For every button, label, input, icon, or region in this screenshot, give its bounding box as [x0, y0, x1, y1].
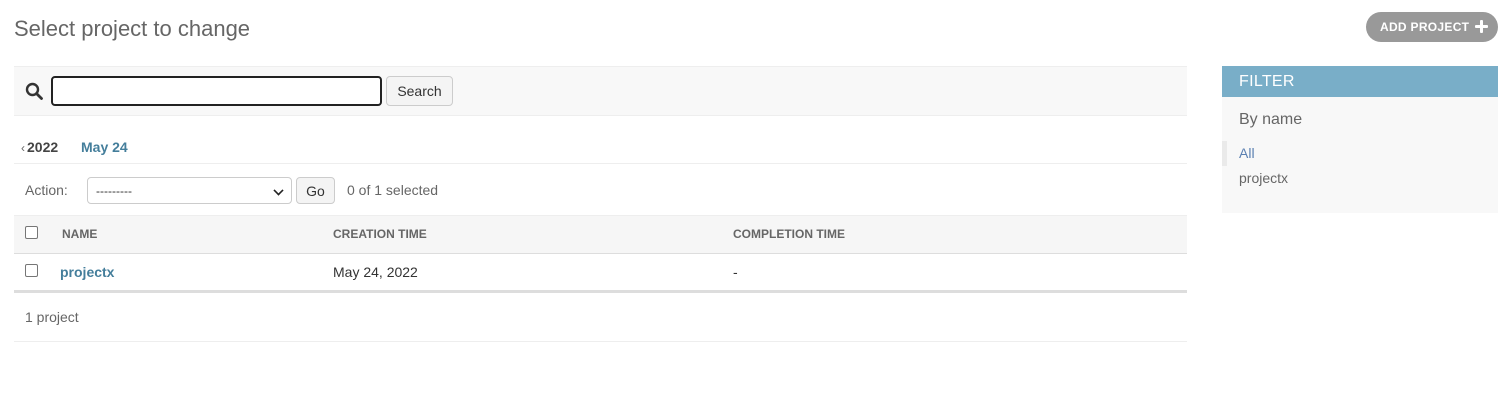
- date-hierarchy: ‹ 2022 May 24: [14, 116, 1187, 164]
- filter-option-projectx[interactable]: projectx: [1222, 166, 1498, 191]
- date-back-link[interactable]: ‹ 2022: [21, 139, 58, 155]
- plus-icon: [1475, 20, 1488, 33]
- action-select[interactable]: ---------: [87, 177, 292, 204]
- column-header-completion-time[interactable]: COMPLETION TIME: [733, 216, 1187, 253]
- action-label: Action:: [25, 182, 68, 198]
- search-button[interactable]: Search: [386, 76, 453, 106]
- project-link[interactable]: projectx: [60, 264, 114, 280]
- cell-completion-time: -: [733, 263, 738, 280]
- filter-by-label: By name: [1239, 111, 1303, 128]
- chevron-left-icon: ‹: [21, 141, 25, 155]
- chevron-down-icon: [273, 185, 284, 196]
- add-project-button[interactable]: ADD PROJECT: [1366, 12, 1498, 42]
- row-checkbox[interactable]: [25, 263, 38, 277]
- cell-name: projectx: [60, 253, 333, 291]
- changelist: Search ‹ 2022 May 24 Action: --------- Go…: [14, 66, 1187, 342]
- search-icon: [25, 82, 43, 100]
- filter-header: FILTER: [1222, 66, 1498, 97]
- go-button[interactable]: Go: [296, 177, 335, 204]
- search-toolbar: Search: [14, 66, 1187, 116]
- result-table: NAME CREATION TIME COMPLETION TIME proje…: [14, 216, 1187, 293]
- filter-option-all[interactable]: All: [1222, 141, 1498, 166]
- table-header-row: NAME CREATION TIME COMPLETION TIME: [14, 216, 1187, 253]
- date-month-link[interactable]: May 24: [81, 139, 128, 155]
- filter-options: All projectx: [1222, 141, 1498, 191]
- date-year: 2022: [27, 139, 59, 155]
- action-select-value: ---------: [96, 183, 132, 198]
- add-project-label: ADD PROJECT: [1380, 20, 1470, 34]
- page-title: Select project to change: [14, 16, 251, 41]
- column-header-creation-time[interactable]: CREATION TIME: [333, 216, 733, 253]
- select-all-cell: [14, 216, 60, 253]
- search-input[interactable]: [51, 76, 382, 106]
- selection-counter: 0 of 1 selected: [347, 182, 439, 198]
- cell-creation-time: May 24, 2022: [333, 263, 418, 280]
- paginator: 1 project: [14, 293, 1187, 342]
- row-select-cell: [14, 253, 60, 291]
- table-row: projectx May 24, 2022 -: [14, 253, 1187, 291]
- select-all-checkbox[interactable]: [25, 226, 38, 240]
- filter-panel: FILTER By name All projectx: [1222, 66, 1498, 213]
- column-header-name[interactable]: NAME: [60, 216, 333, 253]
- result-count: 1 project: [25, 308, 79, 325]
- actions-bar: Action: --------- Go 0 of 1 selected: [14, 164, 1187, 216]
